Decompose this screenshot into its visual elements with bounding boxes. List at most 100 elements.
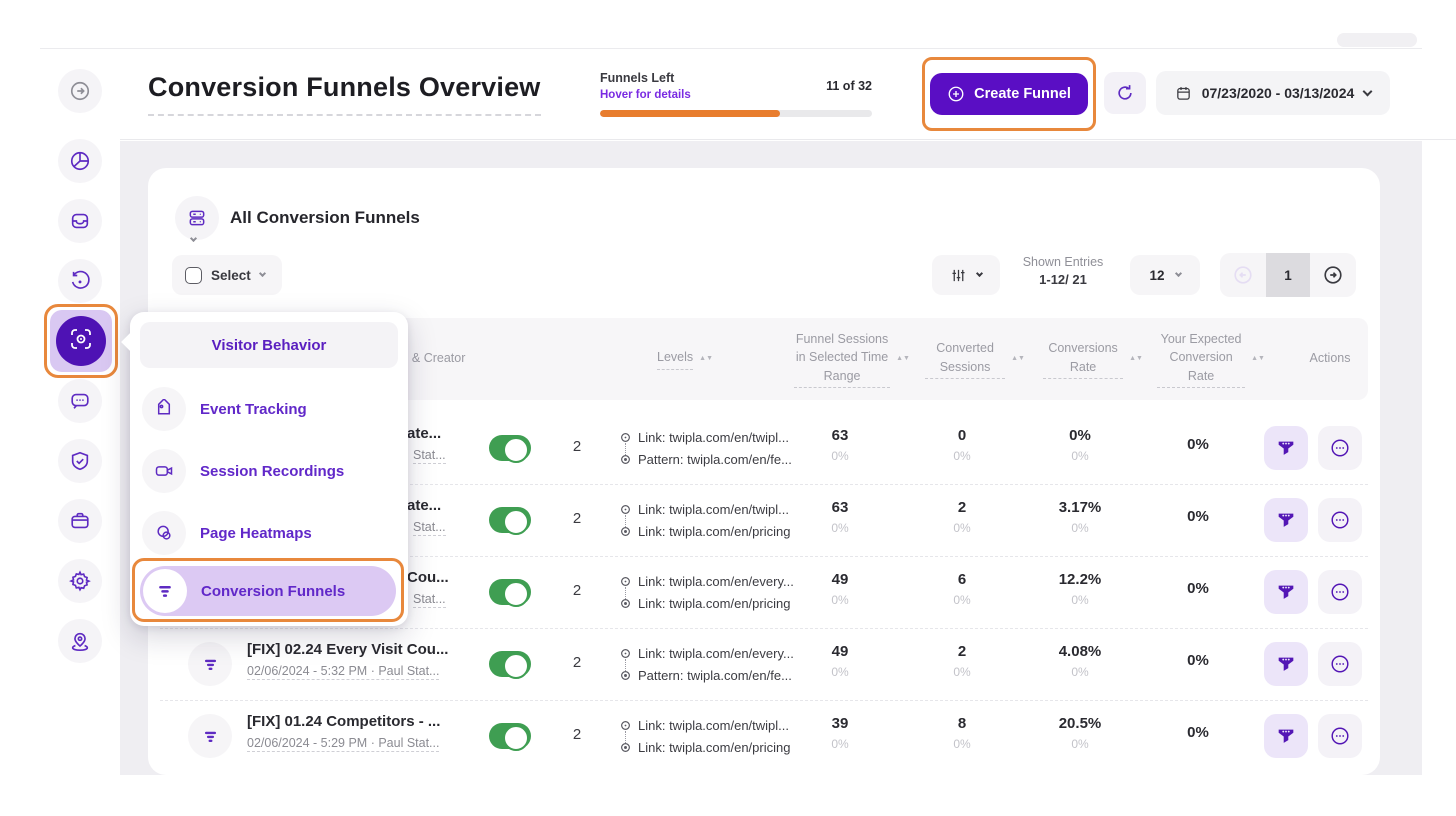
tag-icon (142, 387, 186, 431)
funnels-progress-track (600, 110, 872, 117)
step-marker-icon (620, 454, 631, 465)
chevron-down-icon (1174, 269, 1181, 276)
sessions-cell: 630% (795, 427, 885, 463)
ellipsis-circle-icon (1329, 437, 1351, 459)
more-options-button[interactable] (1318, 714, 1362, 758)
refresh-button[interactable] (1104, 72, 1146, 114)
column-header-expected-rate[interactable]: Your Expected Conversion Rate▲▼ (1152, 318, 1270, 400)
column-header-name[interactable]: te & Creator (398, 318, 558, 400)
menu-item-page-heatmaps[interactable]: Page Heatmaps (140, 506, 398, 560)
column-header-converted-sessions[interactable]: Converted Sessions▲▼ (916, 318, 1034, 400)
calendar-icon (1175, 85, 1192, 102)
funnel-row-icon (188, 714, 232, 758)
converted-cell: 60% (917, 571, 1007, 607)
funnel-active-toggle[interactable] (489, 435, 531, 461)
settings-gear-icon[interactable] (58, 559, 102, 603)
column-header-funnel-sessions[interactable]: Funnel Sessions in Selected Time Range▲▼ (788, 318, 916, 400)
funnels-left-count: 11 of 32 (826, 79, 872, 93)
refresh-icon (1115, 83, 1135, 103)
history-icon[interactable] (58, 259, 102, 303)
step-marker-icon (620, 576, 631, 587)
visitor-behavior-eye-icon (69, 327, 93, 356)
privacy-shield-icon[interactable] (58, 439, 102, 483)
create-funnel-button[interactable]: Create Funnel (930, 73, 1088, 115)
sessions-cell: 390% (795, 715, 885, 751)
rate-cell: 12.2%0% (1035, 571, 1125, 607)
partial-element (1337, 33, 1417, 47)
more-options-button[interactable] (1318, 498, 1362, 542)
chevron-down-icon (259, 269, 266, 276)
feedback-icon[interactable] (58, 379, 102, 423)
more-options-button[interactable] (1318, 426, 1362, 470)
funnels-database-icon[interactable] (175, 196, 219, 240)
sessions-cell: 490% (795, 571, 885, 607)
ellipsis-circle-icon (1329, 509, 1351, 531)
shown-entries: Shown Entries 1-12/ 21 (1006, 255, 1120, 287)
briefcase-icon[interactable] (58, 499, 102, 543)
funnel-icon (143, 569, 187, 613)
funnel-row-icon (188, 642, 232, 686)
create-funnel-label: Create Funnel (974, 86, 1071, 102)
sidebar-active-annotation (44, 304, 118, 378)
shown-entries-range: 1-12/ 21 (1006, 272, 1120, 287)
view-funnel-button[interactable] (1264, 714, 1308, 758)
step-marker-icon (620, 720, 631, 731)
view-funnel-button[interactable] (1264, 498, 1308, 542)
table-row: [FIX] 02.24 Every Visit Cou... 02/06/202… (148, 628, 1380, 700)
sort-icon: ▲▼ (1129, 356, 1143, 362)
view-funnel-button[interactable] (1264, 426, 1308, 470)
column-header-conversions-rate[interactable]: Conversions Rate▲▼ (1034, 318, 1152, 400)
inbox-icon[interactable] (58, 199, 102, 243)
menu-item-conversion-funnels[interactable]: Conversion Funnels (140, 566, 396, 616)
menu-item-event-tracking[interactable]: Event Tracking (140, 382, 398, 436)
page-size-value: 12 (1149, 268, 1164, 283)
step-marker-icon (620, 432, 631, 443)
converted-cell: 20% (917, 499, 1007, 535)
rate-cell: 4.08%0% (1035, 643, 1125, 679)
funnel-active-toggle[interactable] (489, 723, 531, 749)
more-options-button[interactable] (1318, 642, 1362, 686)
step-marker-icon (620, 598, 631, 609)
converted-cell: 80% (917, 715, 1007, 751)
funnel-active-toggle[interactable] (489, 651, 531, 677)
more-options-button[interactable] (1318, 570, 1362, 614)
view-funnel-button[interactable] (1264, 642, 1308, 686)
date-range-picker[interactable]: 07/23/2020 - 03/13/2024 (1156, 71, 1390, 115)
previous-page-button[interactable] (1220, 253, 1266, 297)
page-size-dropdown[interactable]: 12 (1130, 255, 1200, 295)
sidebar-item-visitor-behavior[interactable] (50, 310, 112, 372)
funnel-name-cell[interactable]: [FIX] 01.24 Competitors - ... 02/06/2024… (247, 713, 485, 752)
rate-cell: 3.17%0% (1035, 499, 1125, 535)
step-marker-icon (620, 504, 631, 515)
sessions-cell: 630% (795, 499, 885, 535)
sort-icon: ▲▼ (1251, 356, 1265, 362)
sessions-cell: 490% (795, 643, 885, 679)
funnels-progress-fill (600, 110, 780, 117)
plus-circle-icon (947, 85, 965, 103)
next-page-button[interactable] (1310, 253, 1356, 297)
select-dropdown[interactable]: Select (172, 255, 282, 295)
app-window: Conversion Funnels Overview Funnels Left… (0, 0, 1456, 816)
page-title: Conversion Funnels Overview (148, 72, 541, 116)
funnel-active-toggle[interactable] (489, 579, 531, 605)
funnel-active-toggle[interactable] (489, 507, 531, 533)
column-filter-button[interactable] (932, 255, 1000, 295)
column-header-actions: Actions (1280, 318, 1380, 400)
ellipsis-circle-icon (1329, 725, 1351, 747)
location-pin-icon[interactable] (58, 619, 102, 663)
dashboard-icon[interactable] (58, 139, 102, 183)
expected-rate-cell: 0% (1153, 580, 1243, 597)
funnel-name-cell[interactable]: [FIX] 02.24 Every Visit Cou... 02/06/202… (247, 641, 485, 680)
sort-icon: ▲▼ (699, 356, 713, 362)
column-header-levels[interactable]: Levels▲▼ (630, 318, 740, 400)
current-page[interactable]: 1 (1266, 253, 1310, 297)
view-funnel-button[interactable] (1264, 570, 1308, 614)
arrow-right-circle-icon (1322, 264, 1344, 286)
video-camera-icon (142, 449, 186, 493)
select-all-checkbox[interactable] (185, 267, 202, 284)
ellipsis-circle-icon (1329, 653, 1351, 675)
menu-item-session-recordings[interactable]: Session Recordings (140, 444, 398, 498)
step-marker-icon (620, 648, 631, 659)
collapse-sidebar-icon[interactable] (58, 69, 102, 113)
chevron-down-icon (1363, 86, 1373, 96)
